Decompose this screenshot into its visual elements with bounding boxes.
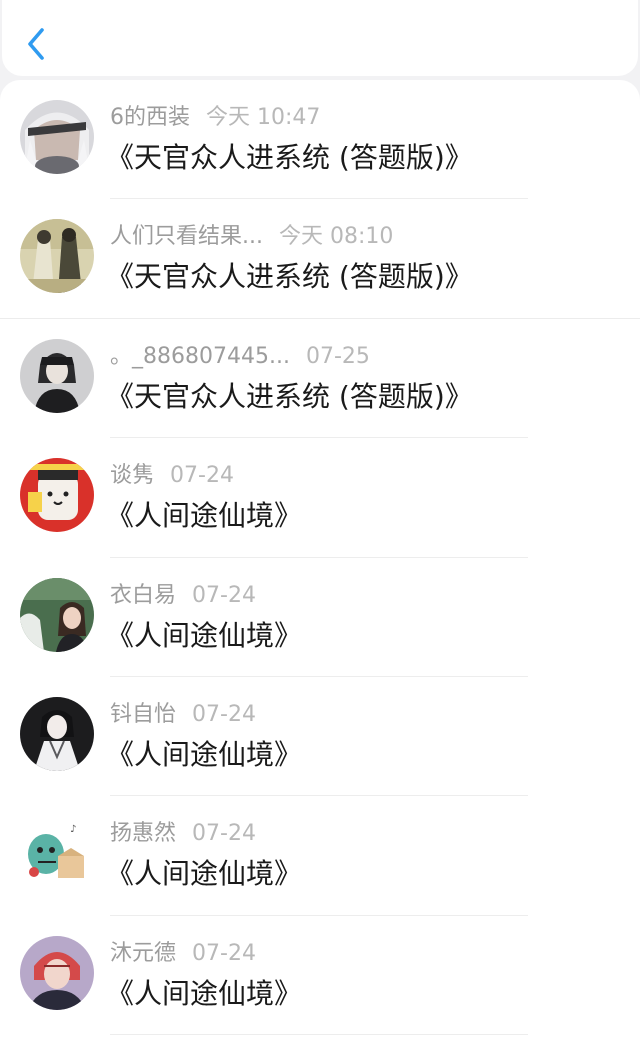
- list-item[interactable]: ♪ 扬惠然 07-24 《人间途仙境》: [0, 796, 640, 916]
- sender-name: 扬惠然: [110, 821, 177, 847]
- list-item[interactable]: 谈隽 07-24 《人间途仙境》: [0, 438, 640, 558]
- message-title: 《天官众人进系统 (答题版)》: [106, 379, 473, 413]
- list-item[interactable]: 衣白易 07-24 《人间途仙境》: [0, 558, 640, 677]
- avatar[interactable]: [20, 338, 94, 413]
- avatar[interactable]: [20, 577, 94, 652]
- message-title: 《人间途仙境》: [106, 737, 303, 771]
- message-time: 07-24: [192, 940, 256, 966]
- message-time: 07-24: [192, 821, 256, 847]
- sender-name: 钭自怡: [110, 701, 177, 727]
- message-list: 6的西装 今天 10:47 《天官众人进系统 (答题版)》 人们只看结果... 今天…: [0, 80, 640, 1038]
- message-time: 07-25: [305, 343, 370, 369]
- chevron-left-icon: [28, 28, 44, 60]
- message-title: 《人间途仙境》: [106, 499, 303, 533]
- sender-name: 人们只看结果...: [110, 224, 263, 250]
- sender-name: 谈隽: [110, 463, 155, 489]
- message-title: 《天官众人进系统 (答题版)》: [106, 260, 473, 294]
- message-title: 《人间途仙境》: [106, 618, 303, 652]
- message-time: 今天 10:47: [206, 105, 321, 130]
- avatar[interactable]: [20, 458, 94, 533]
- list-item[interactable]: 钭自怡 07-24 《人间途仙境》: [0, 677, 640, 797]
- list-item[interactable]: 沐元德 07-24 《人间途仙境》: [0, 916, 640, 1036]
- svg-text:♪: ♪: [70, 824, 76, 835]
- avatar[interactable]: ♪: [20, 816, 94, 891]
- back-button[interactable]: [16, 18, 56, 66]
- sender-name: 衣白易: [110, 582, 177, 608]
- avatar[interactable]: [20, 935, 94, 1010]
- message-time: 07-24: [170, 463, 234, 489]
- message-time: 07-24: [192, 582, 256, 608]
- list-item[interactable]: 6的西装 今天 10:47 《天官众人进系统 (答题版)》: [0, 80, 640, 200]
- avatar[interactable]: [20, 219, 94, 294]
- message-title: 《人间途仙境》: [106, 976, 303, 1010]
- message-title: 《天官众人进系统 (答题版)》: [106, 141, 473, 174]
- sender-name: 沐元德: [110, 940, 177, 966]
- message-title: 《人间途仙境》: [106, 857, 303, 891]
- sender-name: 。_886807445...: [110, 343, 290, 369]
- list-item[interactable]: 人们只看结果... 今天 08:10 《天官众人进系统 (答题版)》: [0, 199, 640, 319]
- message-time: 07-24: [192, 701, 256, 727]
- avatar[interactable]: [20, 100, 94, 174]
- list-item[interactable]: 。_886807445... 07-25 《天官众人进系统 (答题版)》: [0, 319, 640, 439]
- divider: [110, 1034, 528, 1036]
- sender-name: 6的西装: [110, 105, 190, 130]
- avatar[interactable]: [20, 696, 94, 771]
- top-bar: [2, 0, 638, 76]
- message-time: 今天 08:10: [278, 224, 394, 250]
